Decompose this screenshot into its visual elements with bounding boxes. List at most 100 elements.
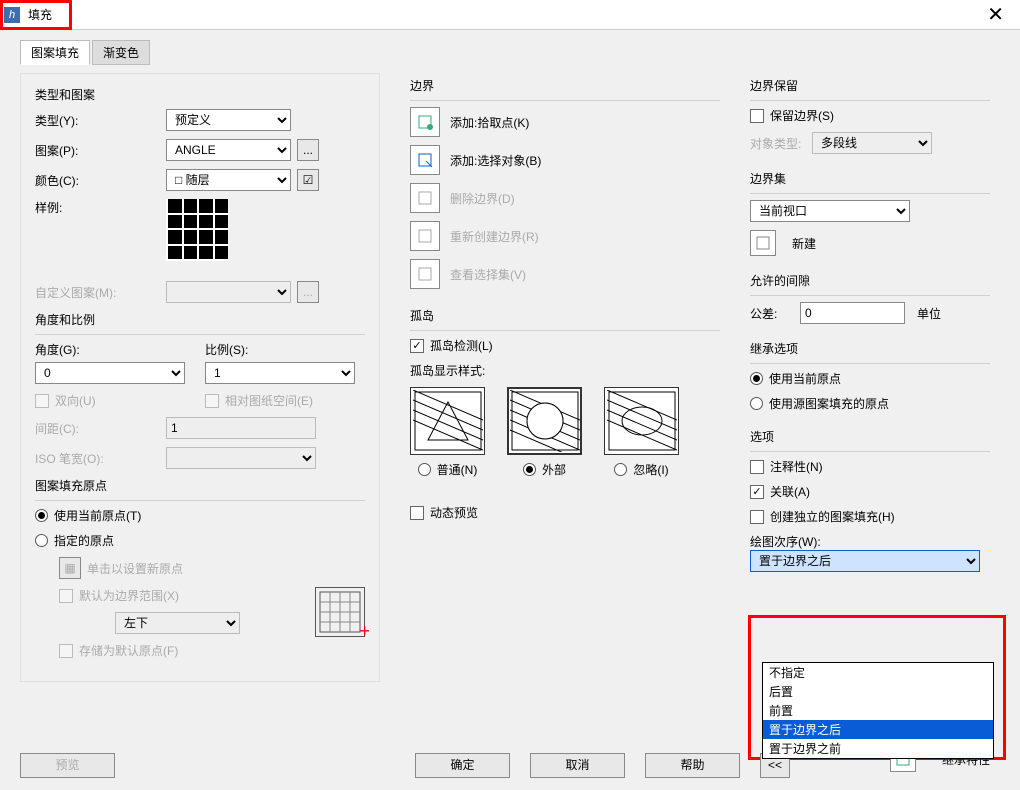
default-bound-checkbox xyxy=(59,589,73,603)
island-ignore-label: 忽略(I) xyxy=(633,461,668,478)
draw-order-opt-1[interactable]: 后置 xyxy=(763,682,993,701)
color-select[interactable]: □ 随层 xyxy=(166,169,291,191)
island-normal-label: 普通(N) xyxy=(437,461,478,478)
view-selection-label: 查看选择集(V) xyxy=(450,266,526,283)
custom-pattern-label: 自定义图案(M): xyxy=(35,284,160,301)
add-select-objects-button[interactable] xyxy=(410,145,440,175)
scale-label: 比例(S): xyxy=(205,341,365,358)
scale-select[interactable]: 1 xyxy=(205,362,355,384)
cancel-button[interactable]: 取消 xyxy=(530,753,625,778)
island-outer-radio[interactable] xyxy=(523,463,536,476)
click-new-origin-label: 单击以设置新原点 xyxy=(87,560,183,577)
new-boundset-button[interactable] xyxy=(750,230,776,256)
default-bound-label: 默认为边界范围(X) xyxy=(79,587,179,604)
ok-button[interactable]: 确定 xyxy=(415,753,510,778)
relpaper-checkbox xyxy=(205,394,219,408)
dynamic-preview-label: 动态预览 xyxy=(430,504,478,521)
type-pattern-legend: 类型和图案 xyxy=(35,86,365,103)
tolerance-input[interactable] xyxy=(800,302,905,324)
keep-boundary-checkbox[interactable] xyxy=(750,109,764,123)
color-label: 颜色(C): xyxy=(35,172,160,189)
recreate-boundary-label: 重新创建边界(R) xyxy=(450,228,539,245)
island-ignore-img[interactable] xyxy=(604,387,679,455)
angle-select[interactable]: 0 xyxy=(35,362,185,384)
options-legend: 选项 xyxy=(750,428,990,445)
add-pick-points-button[interactable] xyxy=(410,107,440,137)
sample-label: 样例: xyxy=(35,199,160,216)
add-pick-points-label: 添加:拾取点(K) xyxy=(450,114,529,131)
objtype-label: 对象类型: xyxy=(750,135,806,152)
add-select-objects-label: 添加:选择对象(B) xyxy=(450,152,541,169)
objtype-select: 多段线 xyxy=(812,132,932,154)
spacing-label: 间距(C): xyxy=(35,420,160,437)
inherit-current-label: 使用当前原点 xyxy=(769,370,841,387)
boundary-legend: 边界 xyxy=(410,77,720,94)
tab-strip: 图案填充 渐变色 xyxy=(20,40,1000,65)
island-outer-img[interactable] xyxy=(507,387,582,455)
draw-order-label: 绘图次序(W): xyxy=(750,533,990,550)
assoc-checkbox[interactable] xyxy=(750,485,764,499)
draw-order-opt-2[interactable]: 前置 xyxy=(763,701,993,720)
inherit-source-label: 使用源图案填充的原点 xyxy=(769,395,889,412)
draw-order-select[interactable]: 置于边界之后 xyxy=(750,550,980,572)
island-style-label: 孤岛显示样式: xyxy=(410,362,720,379)
relpaper-label: 相对图纸空间(E) xyxy=(225,392,313,409)
spacing-input xyxy=(166,417,316,439)
boundset-legend: 边界集 xyxy=(750,170,990,187)
pattern-label: 图案(P): xyxy=(35,142,160,159)
gap-legend: 允许的间隙 xyxy=(750,272,990,289)
island-normal-img[interactable] xyxy=(410,387,485,455)
pattern-browse-button[interactable]: ... xyxy=(297,139,319,161)
island-normal-radio[interactable] xyxy=(418,463,431,476)
preview-button: 预览 xyxy=(20,753,115,778)
annotative-label: 注释性(N) xyxy=(770,458,823,475)
island-legend: 孤岛 xyxy=(410,307,720,324)
draw-order-opt-3[interactable]: 置于边界之后 xyxy=(763,720,993,739)
close-icon[interactable]: ✕ xyxy=(987,2,1004,27)
type-select[interactable]: 预定义 xyxy=(166,109,291,131)
new-boundset-label: 新建 xyxy=(792,235,816,252)
help-button[interactable]: 帮助 xyxy=(645,753,740,778)
delete-boundary-label: 删除边界(D) xyxy=(450,190,515,207)
store-default-checkbox xyxy=(59,644,73,658)
color-swatch-button[interactable]: ☑ xyxy=(297,169,319,191)
keep-boundary-legend: 边界保留 xyxy=(750,77,990,94)
draw-order-dropdown[interactable]: 不指定 后置 前置 置于边界之后 置于边界之前 xyxy=(762,662,994,759)
type-label: 类型(Y): xyxy=(35,112,160,129)
recreate-boundary-button xyxy=(410,221,440,251)
tab-gradient[interactable]: 渐变色 xyxy=(92,40,150,65)
custom-pattern-browse: ... xyxy=(297,281,319,303)
origin-current-radio[interactable] xyxy=(35,509,48,522)
island-detect-checkbox[interactable] xyxy=(410,339,424,353)
inherit-source-radio[interactable] xyxy=(750,397,763,410)
tab-fill[interactable]: 图案填充 xyxy=(20,40,90,65)
draw-order-opt-4[interactable]: 置于边界之前 xyxy=(763,739,993,758)
draw-order-opt-0[interactable]: 不指定 xyxy=(763,663,993,682)
separate-label: 创建独立的图案填充(H) xyxy=(770,508,895,525)
origin-legend: 图案填充原点 xyxy=(35,477,365,494)
click-new-origin-button: ▦ xyxy=(59,557,81,579)
delete-boundary-button xyxy=(410,183,440,213)
angle-label: 角度(G): xyxy=(35,341,195,358)
keep-boundary-label: 保留边界(S) xyxy=(770,107,834,124)
island-ignore-radio[interactable] xyxy=(614,463,627,476)
island-outer-label: 外部 xyxy=(542,461,566,478)
origin-pos-select: 左下 xyxy=(115,612,240,634)
separate-checkbox[interactable] xyxy=(750,510,764,524)
inherit-current-radio[interactable] xyxy=(750,372,763,385)
pattern-select[interactable]: ANGLE xyxy=(166,139,291,161)
boundset-select[interactable]: 当前视口 xyxy=(750,200,910,222)
island-detect-label: 孤岛检测(L) xyxy=(430,337,493,354)
assoc-label: 关联(A) xyxy=(770,483,810,500)
tolerance-label: 公差: xyxy=(750,305,794,322)
angle-scale-legend: 角度和比例 xyxy=(35,311,365,328)
iso-label: ISO 笔宽(O): xyxy=(35,450,160,467)
inherit-opt-legend: 继承选项 xyxy=(750,340,990,357)
custom-pattern-select xyxy=(166,281,291,303)
sample-swatch[interactable] xyxy=(166,199,228,261)
dynamic-preview-checkbox[interactable] xyxy=(410,506,424,520)
annotative-checkbox[interactable] xyxy=(750,460,764,474)
double-label: 双向(U) xyxy=(55,392,96,409)
iso-select xyxy=(166,447,316,469)
origin-specify-radio[interactable] xyxy=(35,534,48,547)
